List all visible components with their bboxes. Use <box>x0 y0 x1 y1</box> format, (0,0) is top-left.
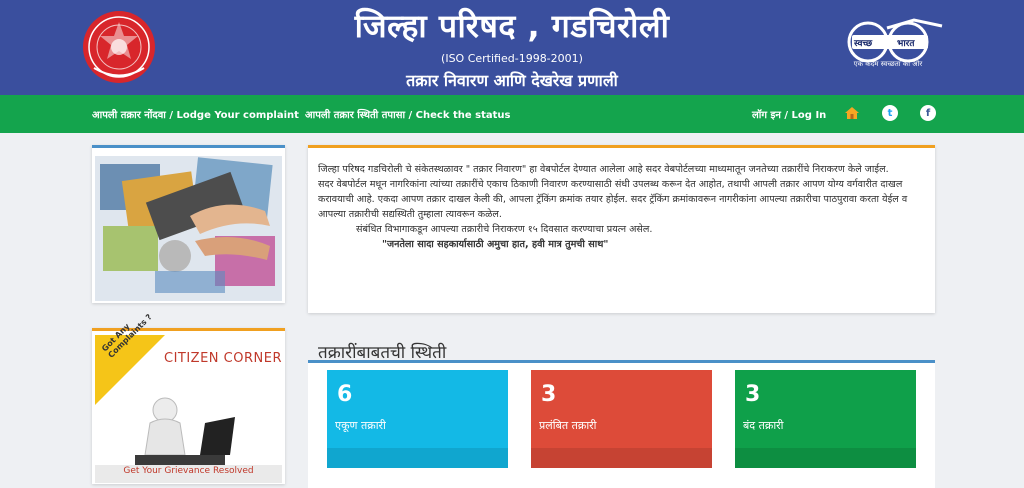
pending-complaints-card[interactable]: 3 प्रलंबित तक्रारी <box>531 370 712 468</box>
facebook-icon[interactable]: f <box>920 105 936 121</box>
citizen-corner-card[interactable]: Got Any Complaints ? CITIZEN CORNER Get … <box>92 312 285 484</box>
swachh-caption: एक कदम स्वच्छता की ओर <box>853 60 923 68</box>
intro-paragraph-1: जिल्हा परिषद गडचिरोली चे संकेतस्थळावर " … <box>318 164 889 175</box>
intro-paragraph-3: संबंधित विभागाकडून आपल्या तक्रारीचे निरा… <box>356 224 653 235</box>
tagline: तक्रार निवारण आणि देखरेख प्रणाली <box>406 71 618 90</box>
closed-complaints-card[interactable]: 3 बंद तक्रारी <box>735 370 916 468</box>
swachh-left-text: स्वच्छ <box>854 39 873 49</box>
main-nav: आपली तक्रार नोंदवा / Lodge Your complain… <box>0 95 1024 133</box>
nav-check-status[interactable]: आपली तक्रार स्थिती तपासा / Check the sta… <box>305 107 510 121</box>
intro-paragraph-2: सदर वेबपोर्टल मधून नागरिकांना त्यांच्या … <box>318 179 908 220</box>
hero-image-card <box>92 145 285 303</box>
total-complaints-count: 6 <box>337 382 353 407</box>
home-icon[interactable] <box>844 105 860 121</box>
total-complaints-footer <box>327 448 508 468</box>
intro-panel: जिल्हा परिषद गडचिरोली चे संकेतस्थळावर " … <box>308 145 935 313</box>
pending-complaints-label: प्रलंबित तक्रारी <box>539 419 597 432</box>
citizen-corner-footer: Get Your Grievance Resolved <box>123 466 254 476</box>
citizen-corner-title: CITIZEN CORNER <box>164 351 282 366</box>
twitter-icon[interactable]: t <box>882 105 898 121</box>
swachh-right-text: भारत <box>897 39 915 49</box>
pending-complaints-count: 3 <box>541 382 557 407</box>
nav-lodge-complaint[interactable]: आपली तक्रार नोंदवा / Lodge Your complain… <box>92 107 299 121</box>
intro-slogan: "जनतेला सादा सहकार्यासाठी अमुचा हात, हवी… <box>382 239 609 250</box>
hands-keyboard-image <box>95 156 282 301</box>
total-complaints-card[interactable]: 6 एकूण तक्रारी <box>327 370 508 468</box>
nav-login[interactable]: लॉग इन / Log In <box>752 107 826 121</box>
total-complaints-label: एकूण तक्रारी <box>335 419 386 432</box>
pending-complaints-footer <box>531 448 712 468</box>
closed-complaints-footer <box>735 448 916 468</box>
site-header: जिल्हा परिषद , गडचिरोली (ISO Certified-1… <box>0 0 1024 95</box>
closed-complaints-count: 3 <box>745 382 761 407</box>
closed-complaints-label: बंद तक्रारी <box>743 419 784 432</box>
